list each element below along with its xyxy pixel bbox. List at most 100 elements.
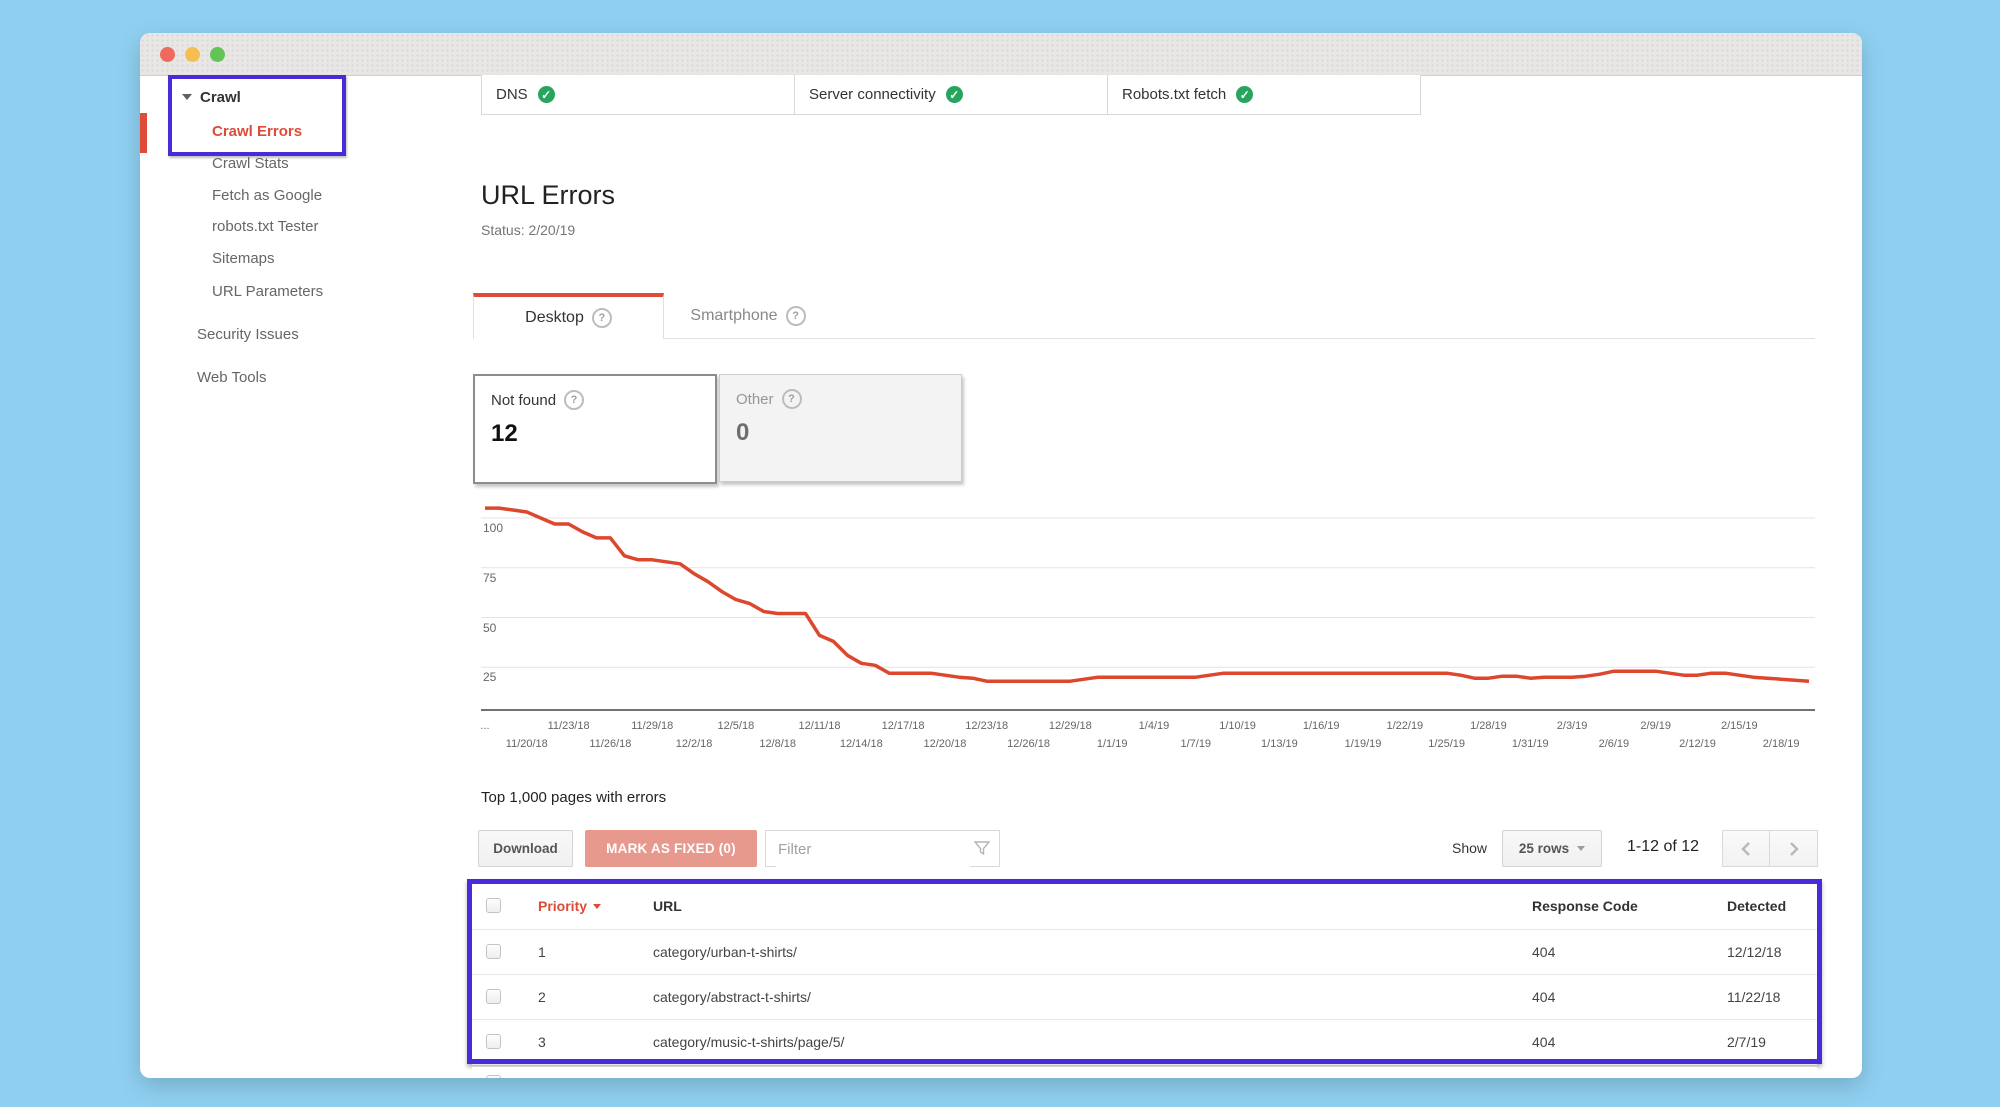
sidebar-item-sitemaps[interactable]: Sitemaps (212, 250, 275, 267)
x-axis-tick: 2/9/19 (1640, 720, 1671, 732)
chevron-right-icon (1788, 841, 1800, 857)
error-box-not-found[interactable]: Not found ? 12 (473, 374, 717, 484)
x-axis-tick: 1/22/19 (1386, 720, 1423, 732)
page-title: URL Errors (481, 180, 615, 211)
health-tab-label: Robots.txt fetch (1122, 86, 1226, 103)
minimize-window-icon[interactable] (185, 47, 200, 62)
sidebar-item-fetch-as-google[interactable]: Fetch as Google (212, 187, 322, 204)
url-cell[interactable]: category/music-t-shirts/page/5/ (653, 1034, 844, 1050)
x-axis-tick: 12/2/18 (676, 738, 713, 750)
column-header-priority[interactable]: Priority (538, 898, 601, 914)
x-axis-tick: 1/25/19 (1428, 738, 1465, 750)
response-code-cell: 404 (1532, 1034, 1555, 1050)
table-row-partial: 4 category/abstract-t-shirts/abstract-t-s… (472, 1067, 1817, 1078)
x-axis-tick: 11/23/18 (548, 720, 590, 732)
tab-desktop[interactable]: Desktop ? (473, 293, 664, 339)
help-icon[interactable]: ? (782, 389, 802, 409)
row-checkbox[interactable] (486, 1034, 501, 1049)
health-tab-label: DNS (496, 86, 528, 103)
desktop-background: { "icons": { "check": "✓", "question": "… (0, 0, 2000, 1107)
detected-cell: 12/12/18 (1727, 944, 1782, 960)
check-circle-icon: ✓ (1236, 86, 1253, 103)
tab-label: Smartphone (690, 307, 777, 325)
row-checkbox[interactable] (486, 1075, 501, 1078)
column-header-detected[interactable]: Detected (1727, 898, 1786, 914)
y-axis-tick: 75 (483, 571, 496, 585)
health-tab-dns[interactable]: DNS ✓ (482, 75, 795, 115)
x-axis-tick: 1/19/19 (1345, 738, 1382, 750)
x-axis-tick: 12/29/18 (1049, 720, 1092, 732)
error-box-label: Other (736, 391, 774, 408)
priority-cell: 4 (538, 1077, 546, 1078)
next-page-button[interactable] (1770, 830, 1818, 867)
table-header-row: Priority URL Response Code Detected (472, 884, 1817, 930)
error-count: 12 (491, 420, 518, 448)
select-all-checkbox[interactable] (486, 898, 501, 913)
x-axis-tick: 2/15/19 (1721, 720, 1758, 732)
filter-input[interactable] (776, 832, 970, 867)
device-tabs: Desktop ? Smartphone ? (473, 293, 1815, 339)
column-header-url[interactable]: URL (653, 898, 682, 914)
sidebar-item-security-issues[interactable]: Security Issues (197, 326, 299, 343)
x-axis-tick: 11/29/18 (631, 720, 673, 732)
sidebar-item-crawl[interactable]: Crawl (182, 89, 241, 106)
chevron-down-icon (182, 94, 192, 100)
row-checkbox[interactable] (486, 989, 501, 1004)
sidebar-item-web-tools[interactable]: Web Tools (197, 369, 267, 386)
column-label: Priority (538, 898, 587, 914)
help-icon[interactable]: ? (592, 308, 612, 328)
tab-smartphone[interactable]: Smartphone ? (663, 293, 833, 338)
x-axis-tick: 2/12/19 (1679, 738, 1716, 750)
x-axis-tick: 12/11/18 (798, 720, 840, 732)
error-box-label: Not found (491, 392, 556, 409)
sidebar-item-url-parameters[interactable]: URL Parameters (212, 283, 323, 300)
rows-per-page-dropdown[interactable]: 25 rows (1502, 830, 1602, 867)
sidebar-item-crawl-stats[interactable]: Crawl Stats (212, 155, 289, 172)
sidebar-item-crawl-errors[interactable]: Crawl Errors (212, 123, 302, 140)
browser-window: Crawl Crawl Errors Crawl Stats Fetch as … (140, 33, 1862, 1078)
url-cell[interactable]: category/abstract-t-shirts/abstract-t-sh… (653, 1077, 1095, 1078)
priority-cell: 3 (538, 1034, 546, 1050)
site-health-bar: DNS ✓ Server connectivity ✓ Robots.txt f… (481, 75, 1421, 115)
pagination-range: 1-12 of 12 (1627, 838, 1723, 856)
status-date: Status: 2/20/19 (481, 222, 575, 238)
url-cell[interactable]: category/abstract-t-shirts/ (653, 989, 811, 1005)
priority-cell: 1 (538, 944, 546, 960)
health-tab-label: Server connectivity (809, 86, 936, 103)
health-tab-server-connectivity[interactable]: Server connectivity ✓ (795, 75, 1108, 115)
response-code-cell: 404 (1532, 1077, 1555, 1078)
close-window-icon[interactable] (160, 47, 175, 62)
x-axis-tick: 11/20/18 (506, 738, 548, 750)
x-axis-tick: 12/26/18 (1007, 738, 1050, 750)
caret-down-icon (1577, 846, 1585, 851)
chevron-left-icon (1740, 841, 1752, 857)
chart-canvas (481, 498, 1815, 714)
maximize-window-icon[interactable] (210, 47, 225, 62)
errors-trend-chart: 255075100...11/23/1811/29/1812/5/1812/11… (481, 498, 1815, 756)
mark-as-fixed-button[interactable]: MARK AS FIXED (0) (585, 830, 757, 867)
x-axis-tick: 2/6/19 (1599, 738, 1630, 750)
column-header-response-code[interactable]: Response Code (1532, 898, 1638, 914)
pagination (1722, 830, 1818, 867)
response-code-cell: 404 (1532, 944, 1555, 960)
help-icon[interactable]: ? (564, 390, 584, 410)
table-row: 1 category/urban-t-shirts/404 12/12/18 (472, 930, 1817, 975)
check-circle-icon: ✓ (946, 86, 963, 103)
x-axis-tick: 12/5/18 (718, 720, 755, 732)
x-axis-tick: ... (480, 720, 489, 732)
detected-cell: 11/22/18 (1727, 989, 1780, 1005)
health-tab-robots-fetch[interactable]: Robots.txt fetch ✓ (1108, 75, 1421, 115)
url-cell[interactable]: category/urban-t-shirts/ (653, 944, 797, 960)
show-label: Show (1452, 840, 1487, 856)
row-checkbox[interactable] (486, 944, 501, 959)
table-row: 2category/abstract-t-shirts/40411/22/18 (472, 975, 1817, 1020)
error-box-other[interactable]: Other ? 0 (719, 374, 962, 482)
previous-page-button[interactable] (1722, 830, 1770, 867)
y-axis-tick: 25 (483, 670, 496, 684)
help-icon[interactable]: ? (786, 306, 806, 326)
check-circle-icon: ✓ (538, 86, 555, 103)
priority-cell: 2 (538, 989, 546, 1005)
sidebar-item-robots-tester[interactable]: robots.txt Tester (212, 218, 318, 235)
x-axis-tick: 12/23/18 (965, 720, 1008, 732)
download-button[interactable]: Download (478, 830, 573, 867)
